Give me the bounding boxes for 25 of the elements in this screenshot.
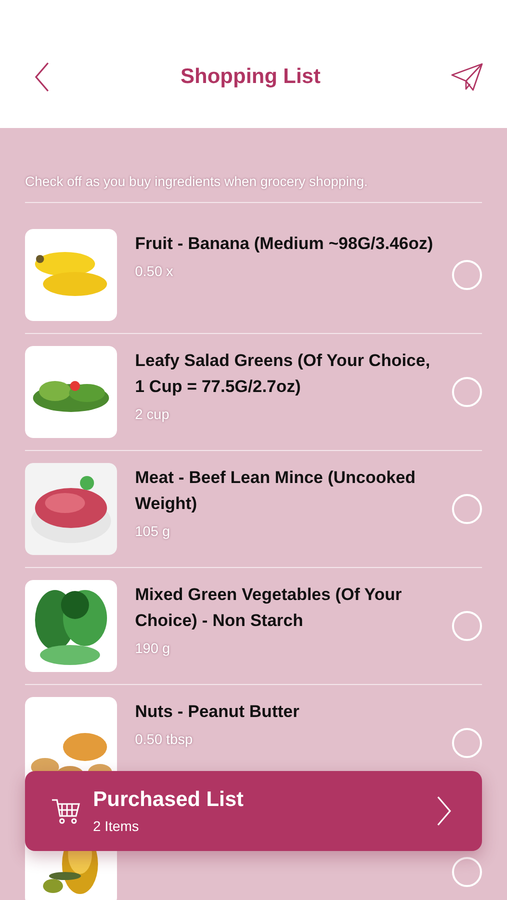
item-name: Nuts - Peanut Butter — [135, 701, 300, 723]
item-name: Mixed Green Vegetables (Of Your Choice) - Non Starch — [135, 584, 403, 632]
item-name: Fruit - Banana (Medium ~98G/3.46oz) — [135, 233, 434, 255]
checkbox[interactable] — [452, 377, 482, 407]
item-quantity: 190 g — [135, 640, 172, 656]
item-name: Leafy Salad Greens (Of Your Choice, 1 Cup = 77.5G/2.7oz) — [135, 350, 432, 398]
cart-icon — [51, 797, 81, 825]
checkbox[interactable] — [452, 611, 482, 641]
purchased-list-button[interactable]: Purchased List 2 Items — [25, 771, 482, 851]
item-quantity: 0.50 tbsp — [135, 731, 194, 747]
purchased-title: Purchased List — [93, 788, 245, 812]
item-name: Meat - Beef Lean Mince (Uncooked Weight) — [135, 467, 417, 515]
purchased-count: 2 Items — [93, 818, 140, 834]
checkbox[interactable] — [452, 494, 482, 524]
item-quantity: 105 g — [135, 523, 172, 539]
item-quantity: 2 cup — [135, 406, 170, 422]
checkbox[interactable] — [452, 728, 482, 758]
checkbox[interactable] — [452, 260, 482, 290]
instructions: Check off as you buy ingredients when grocery shopping. — [25, 174, 482, 203]
send-icon[interactable] — [450, 63, 483, 91]
checkbox[interactable] — [452, 857, 482, 887]
item-quantity: 0.50 x — [135, 263, 174, 279]
back-icon[interactable] — [34, 61, 50, 93]
page-title: Shopping List — [180, 65, 320, 89]
chevron-right-icon — [436, 795, 452, 827]
